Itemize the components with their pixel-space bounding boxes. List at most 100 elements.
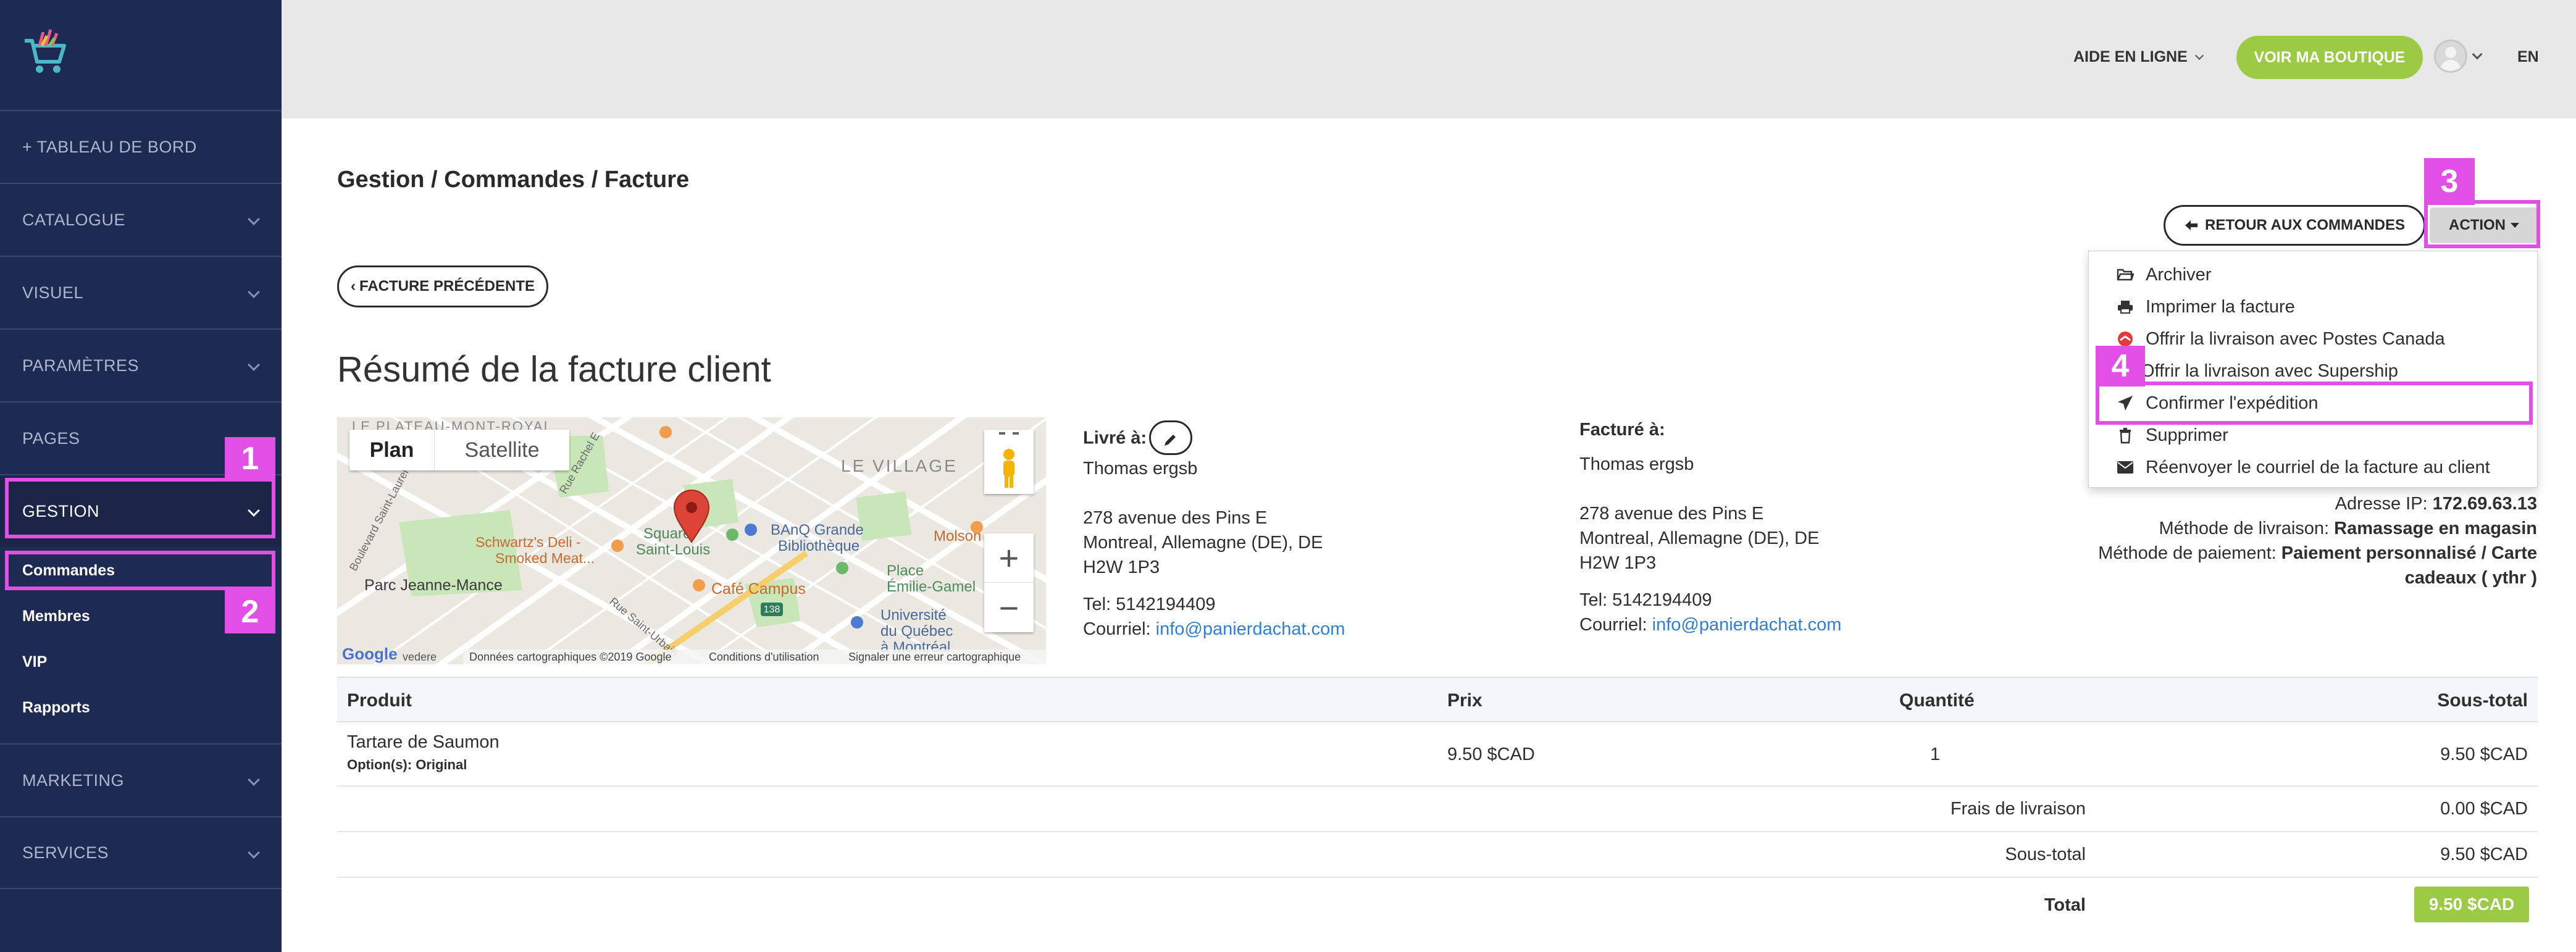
highlight-box-confirm-shipment	[2096, 382, 2533, 425]
shipping-address: Livré à: Thomas ergsb 278 avenue des Pin…	[1083, 420, 1345, 641]
shipping-fee-value: 0.00 $CAD	[2440, 799, 2528, 819]
sidebar-item-label: + TABLEAU DE BORD	[22, 137, 197, 156]
shipping-line3: H2W 1P3	[1083, 557, 1160, 577]
ip-value: 172.69.63.13	[2432, 494, 2537, 514]
pencil-icon	[1165, 435, 1176, 446]
annotation-badge-4: 4	[2096, 346, 2145, 386]
map-label-uqam: Université du Québec à Montréal	[880, 607, 953, 656]
menu-item-label: Imprimer la facture	[2146, 296, 2295, 317]
shipping-email-label: Courriel:	[1083, 619, 1151, 639]
chevron-down-icon	[2194, 51, 2204, 61]
view-shop-button[interactable]: VOIR MA BOUTIQUE	[2236, 36, 2423, 79]
shipping-name: Thomas ergsb	[1083, 459, 1198, 478]
fullscreen-pegman-control[interactable]	[984, 430, 1034, 494]
sidebar-item-parametres[interactable]: PARAMÈTRES	[0, 328, 282, 401]
language-switch[interactable]: EN	[2517, 48, 2539, 66]
highlight-box-gestion	[5, 478, 275, 538]
menu-item-print[interactable]: Imprimer la facture	[2089, 291, 2538, 323]
map-label-parc: Parc Jeanne-Mance	[364, 577, 503, 594]
map-label-banq: BAnQ Grande Bibliothèque	[771, 522, 864, 554]
subtotal-value: 9.50 $CAD	[2440, 845, 2528, 864]
previous-invoice-button[interactable]: ‹ FACTURE PRÉCÉDENTE	[337, 265, 548, 307]
sidebar-item-label: PAGES	[22, 428, 80, 448]
highlight-box-commandes	[5, 551, 275, 590]
sidebar-item-dashboard[interactable]: + TABLEAU DE BORD	[0, 110, 282, 183]
map-report-link[interactable]: Signaler une erreur cartographique	[848, 651, 1021, 663]
edit-address-button[interactable]	[1149, 420, 1193, 455]
product-price: 9.50 $CAD	[1447, 745, 1535, 764]
menu-item-label: Réenvoyer le courriel de la facture au c…	[2146, 457, 2490, 477]
billing-heading: Facturé à:	[1579, 420, 1665, 440]
shipping-line2: Montreal, Allemagne (DE), DE	[1083, 533, 1323, 553]
menu-item-label: Archiver	[2146, 264, 2212, 285]
sidebar-item-label: PARAMÈTRES	[22, 356, 140, 375]
sidebar-item-label: SERVICES	[22, 843, 109, 862]
sidebar-subitem-rapports[interactable]: Rapports	[22, 699, 90, 717]
chevron-down-icon	[248, 213, 260, 225]
payment-method-value-cont: cadeaux ( ythr )	[2404, 568, 2537, 588]
chevron-down-icon	[248, 846, 260, 859]
map-terms-link[interactable]: Conditions d'utilisation	[709, 651, 819, 663]
sidebar: + TABLEAU DE BORD CATALOGUE VISUEL PARAM…	[0, 0, 282, 952]
subtotal-row: Sous-total 9.50 $CAD	[337, 832, 2538, 878]
sidebar-item-marketing[interactable]: MARKETING	[0, 743, 282, 816]
map-widget[interactable]: 138 LE PLATEAU-MONT-ROYAL LE VILLAGE Squ…	[337, 417, 1046, 664]
column-header-price: Prix	[1447, 690, 1482, 711]
page-title: Résumé de la facture client	[337, 349, 771, 390]
top-header	[282, 0, 2576, 119]
chevron-down-icon	[248, 359, 260, 371]
sidebar-item-label: MARKETING	[22, 770, 125, 790]
product-quantity: 1	[1930, 745, 1941, 764]
pegman-icon	[999, 432, 1019, 488]
menu-item-archive[interactable]: Archiver	[2089, 259, 2538, 291]
shipping-tel: Tel: 5142194409	[1083, 595, 1216, 614]
sidebar-item-label: VISUEL	[22, 283, 84, 302]
sidebar-subitem-vip[interactable]: VIP	[22, 653, 47, 671]
payment-method-value: Paiement personnalisé / Carte	[2281, 543, 2537, 563]
sidebar-subitem-membres[interactable]: Membres	[22, 608, 90, 625]
column-header-quantity: Quantité	[1899, 690, 1975, 711]
total-row: Total 9.50 $CAD	[337, 878, 2538, 932]
total-label: Total	[2044, 895, 2086, 915]
billing-line1: 278 avenue des Pins E	[1579, 504, 1764, 524]
map-tab-plan[interactable]: Plan	[349, 430, 435, 470]
canada-post-icon	[2116, 330, 2135, 348]
zoom-in-button[interactable]: +	[984, 533, 1034, 583]
zoom-out-button[interactable]: −	[984, 583, 1034, 632]
sidebar-item-catalogue[interactable]: CATALOGUE	[0, 183, 282, 256]
shipping-fee-label: Frais de livraison	[1950, 799, 2086, 819]
annotation-badge-1: 1	[225, 437, 275, 480]
back-to-orders-button[interactable]: RETOUR AUX COMMANDES	[2164, 205, 2425, 246]
envelope-icon	[2116, 459, 2135, 476]
avatar-icon[interactable]	[2434, 40, 2467, 73]
billing-name: Thomas ergsb	[1579, 454, 1694, 474]
map-route-shield: 138	[764, 604, 780, 615]
zoom-control: + −	[984, 533, 1034, 632]
column-header-product: Produit	[347, 690, 412, 711]
shipping-fee-row: Frais de livraison 0.00 $CAD	[337, 787, 2538, 832]
help-menu[interactable]: AIDE EN LIGNE	[2073, 48, 2204, 66]
map-label-vedere: vedere	[403, 651, 437, 663]
menu-item-label: Offrir la livraison avec Supership	[2141, 361, 2398, 381]
shopping-cart-logo[interactable]	[21, 27, 68, 77]
menu-item-label: Supprimer	[2146, 425, 2228, 445]
menu-item-resend-email[interactable]: Réenvoyer le courriel de la facture au c…	[2089, 451, 2538, 483]
shipping-email-link[interactable]: info@panierdachat.com	[1156, 619, 1345, 639]
table-row: Tartare de Saumon Option(s): Original 9.…	[337, 722, 2538, 787]
action-dropdown-menu: Archiver Imprimer la facture Offrir la l…	[2088, 251, 2538, 488]
subtotal-label: Sous-total	[2005, 845, 2086, 864]
billing-email-link[interactable]: info@panierdachat.com	[1652, 615, 1842, 635]
ip-label: Adresse IP:	[2335, 494, 2428, 514]
back-to-orders-label: RETOUR AUX COMMANDES	[2204, 217, 2405, 233]
trash-icon	[2116, 427, 2135, 444]
billing-line2: Montreal, Allemagne (DE), DE	[1579, 528, 1820, 548]
sidebar-item-visuel[interactable]: VISUEL	[0, 256, 282, 328]
product-subtotal: 9.50 $CAD	[2440, 745, 2528, 764]
highlight-box-action	[2424, 200, 2540, 248]
total-value-badge: 9.50 $CAD	[2414, 887, 2529, 922]
map-attribution: Données cartographiques ©2019 Google	[469, 651, 672, 663]
shipping-heading: Livré à:	[1083, 428, 1147, 448]
menu-item-canada-post[interactable]: Offrir la livraison avec Postes Canada	[2089, 323, 2538, 355]
sidebar-item-services[interactable]: SERVICES	[0, 816, 282, 889]
map-tab-satellite[interactable]: Satellite	[435, 430, 569, 470]
